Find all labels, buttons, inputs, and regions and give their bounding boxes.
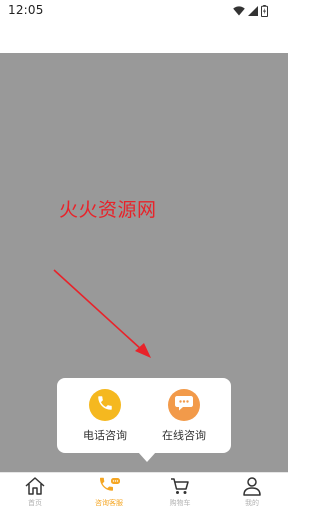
online-consult-circle[interactable] (168, 389, 200, 421)
chat-bubble-icon (174, 394, 194, 416)
tab-mine[interactable]: 我的 (224, 476, 280, 508)
online-consult-label: 在线咨询 (162, 429, 206, 442)
tab-home-label: 首页 (28, 499, 42, 507)
bottom-tab-bar: 首页 咨询客服 购物车 我的 (0, 472, 288, 513)
tab-consult-label: 咨询客服 (95, 499, 123, 507)
tab-mine-label: 我的 (245, 499, 259, 507)
tab-consult[interactable]: 咨询客服 (81, 476, 137, 508)
phone-consult-circle[interactable] (89, 389, 121, 421)
online-consult-option[interactable]: 在线咨询 (149, 389, 219, 443)
phone-consult-label: 电话咨询 (83, 429, 127, 442)
phone-consult-option[interactable]: 电话咨询 (70, 389, 140, 443)
phone-chat-icon (81, 476, 137, 496)
phone-icon (96, 394, 114, 416)
user-icon (224, 476, 280, 496)
tab-cart-label: 购物车 (169, 499, 191, 507)
cart-icon (152, 476, 208, 496)
tab-home[interactable]: 首页 (7, 476, 63, 508)
popup-pointer (138, 452, 156, 462)
consult-popup: 电话咨询 在线咨询 (57, 378, 231, 453)
tab-cart[interactable]: 购物车 (152, 476, 208, 508)
home-icon (7, 476, 63, 496)
